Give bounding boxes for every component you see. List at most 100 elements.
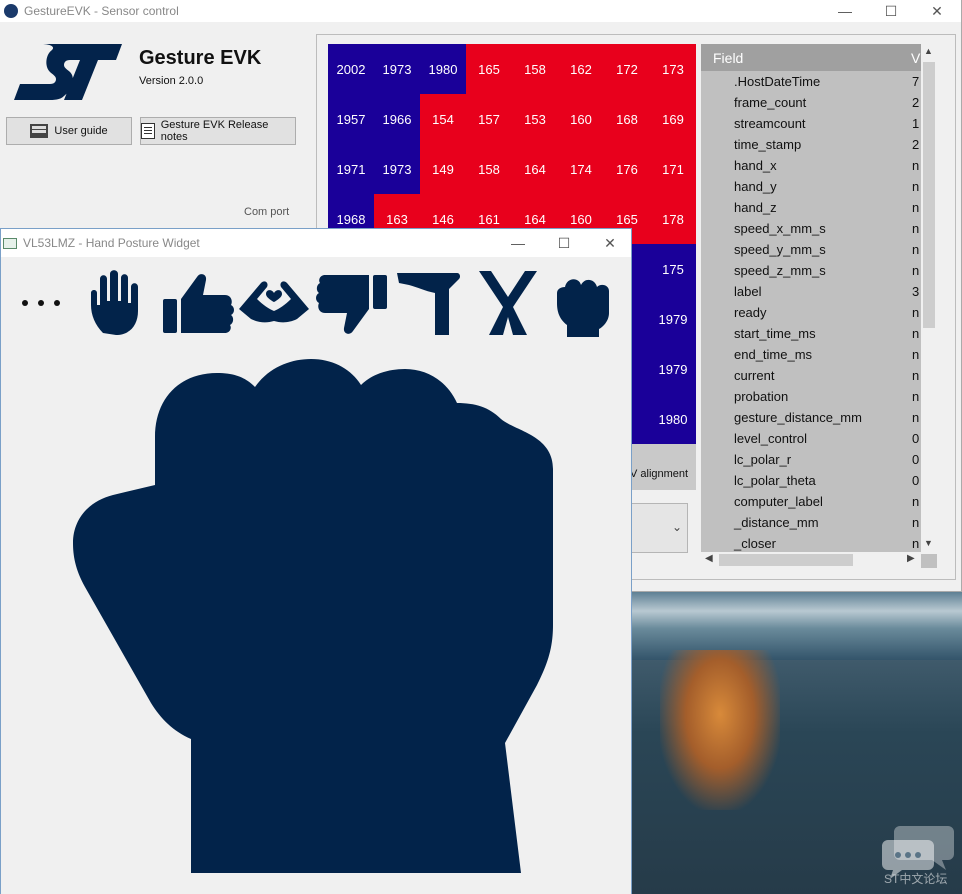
field-row-name[interactable]: gesture_distance_mm — [734, 407, 862, 428]
field-row-name[interactable]: speed_x_mm_s — [734, 218, 826, 239]
field-row-value: n — [912, 242, 920, 257]
field-table-vscrollbar[interactable]: ▲ ▼ — [921, 44, 937, 554]
field-row-value: n — [912, 326, 920, 341]
field-row-value: n — [912, 200, 920, 215]
release-notes-label: Gesture EVK Release notes — [160, 119, 269, 143]
heart-hands-icon — [239, 281, 309, 323]
grid-cell: 169 — [650, 94, 696, 144]
field-row-value: n — [912, 536, 920, 551]
hammer-icon — [397, 273, 461, 335]
close-button[interactable]: ✕ — [914, 0, 960, 22]
user-guide-button[interactable]: User guide — [6, 117, 132, 145]
grid-cell: 173 — [650, 44, 696, 94]
field-row-name[interactable]: hand_y — [734, 176, 777, 197]
grid-cell: 174 — [558, 144, 604, 194]
widget-minimize-button[interactable]: — — [495, 229, 541, 257]
mode-dropdown[interactable]: ⌄ — [630, 503, 688, 553]
thumbs-down-icon — [316, 275, 387, 334]
field-row-name[interactable]: start_time_ms — [734, 323, 816, 344]
field-row-name[interactable]: frame_count — [734, 92, 806, 113]
field-row-name[interactable]: computer_label — [734, 491, 823, 512]
field-row-name[interactable]: speed_y_mm_s — [734, 239, 826, 260]
vscroll-thumb[interactable] — [923, 62, 935, 328]
grid-cell: 176 — [604, 144, 650, 194]
field-row-name[interactable]: speed_z_mm_s — [734, 260, 826, 281]
field-row-value: n — [912, 179, 920, 194]
fist-icon — [557, 279, 609, 337]
grid-cell: 2002 — [328, 44, 374, 94]
grid-cell: 165 — [466, 44, 512, 94]
grid-cell: 162 — [558, 44, 604, 94]
st-logo-icon — [14, 44, 122, 100]
user-guide-label: User guide — [54, 125, 108, 137]
open-palm-icon — [91, 270, 138, 335]
field-row-name[interactable]: streamcount — [734, 113, 806, 134]
grid-cell: 1957 — [328, 94, 374, 144]
scroll-left-icon[interactable]: ◀ — [705, 553, 713, 564]
field-row-value: n — [912, 347, 920, 362]
field-row-name[interactable]: probation — [734, 386, 788, 407]
value-column-header[interactable]: V — [911, 50, 920, 66]
field-row-name[interactable]: hand_z — [734, 197, 777, 218]
field-row-value: n — [912, 515, 920, 530]
main-titlebar[interactable]: GestureEVK - Sensor control — ☐ ✕ — [0, 0, 961, 22]
app-name: Gesture EVK — [139, 47, 262, 69]
release-notes-button[interactable]: Gesture EVK Release notes — [140, 117, 296, 145]
field-row-value: n — [912, 158, 920, 173]
detected-fist-icon — [73, 359, 553, 873]
field-row-name[interactable]: hand_x — [734, 155, 777, 176]
wallpaper-sunset-reflection — [660, 650, 780, 810]
minimize-button[interactable]: — — [822, 0, 868, 22]
field-row-value: 2 — [912, 95, 920, 110]
field-row-value: n — [912, 263, 920, 278]
widget-maximize-button[interactable]: ☐ — [541, 229, 587, 257]
grid-cell: 1973 — [374, 144, 420, 194]
scroll-right-icon[interactable]: ▶ — [907, 553, 915, 564]
field-row-value: n — [912, 494, 920, 509]
field-row-name[interactable]: .HostDateTime — [734, 71, 820, 92]
field-table-hscrollbar[interactable]: ◀ ▶ — [701, 552, 921, 568]
hand-posture-widget-window: VL53LMZ - Hand Posture Widget — ☐ ✕ — [0, 228, 632, 894]
grid-cell: 158 — [466, 144, 512, 194]
scroll-down-icon[interactable]: ▼ — [924, 538, 933, 548]
grid-cell: 154 — [420, 94, 466, 144]
field-row-name[interactable]: lc_polar_r — [734, 449, 791, 470]
alignment-label: V alignment — [630, 468, 689, 480]
field-row-name[interactable]: _closer — [734, 533, 776, 554]
field-row-name[interactable]: end_time_ms — [734, 344, 812, 365]
com-port-label: Com port — [244, 206, 290, 218]
field-row-name[interactable]: _distance_mm — [734, 512, 819, 533]
field-row-name[interactable]: ready — [734, 302, 767, 323]
widget-titlebar[interactable]: VL53LMZ - Hand Posture Widget — ☐ ✕ — [1, 229, 631, 257]
hscroll-thumb[interactable] — [719, 554, 853, 566]
field-row-name[interactable]: current — [734, 365, 774, 386]
field-row-value: 7 — [912, 74, 920, 89]
more-icon — [22, 300, 60, 306]
field-row-value: 0 — [912, 431, 920, 446]
field-row-value: n — [912, 221, 920, 236]
grid-cell: 1971 — [328, 144, 374, 194]
thumbs-up-icon — [163, 274, 234, 333]
chevron-down-icon: ⌄ — [671, 520, 682, 534]
field-row-value: 0 — [912, 473, 920, 488]
field-row-value: 2 — [912, 137, 920, 152]
widget-close-button[interactable]: ✕ — [587, 229, 633, 257]
grid-cell: 175 — [650, 244, 696, 294]
field-row-value: 0 — [912, 452, 920, 467]
scroll-up-icon[interactable]: ▲ — [924, 46, 933, 56]
widget-app-icon — [3, 237, 17, 249]
field-column-header[interactable]: Field — [713, 50, 743, 66]
maximize-button[interactable]: ☐ — [868, 0, 914, 22]
field-row-name[interactable]: label — [734, 281, 761, 302]
field-row-name[interactable]: level_control — [734, 428, 807, 449]
field-row-name[interactable]: lc_polar_theta — [734, 470, 816, 491]
field-table: Field V .HostDateTime 7 frame_count 2 stream… — [701, 44, 937, 568]
field-row-value: 3 — [912, 284, 920, 299]
grid-cell: 178 — [650, 194, 696, 244]
grid-cell: 160 — [558, 94, 604, 144]
grid-cell: 168 — [604, 94, 650, 144]
field-row-name[interactable]: time_stamp — [734, 134, 801, 155]
grid-cell: 1966 — [374, 94, 420, 144]
grid-cell: 157 — [466, 94, 512, 144]
field-row-value: n — [912, 368, 920, 383]
